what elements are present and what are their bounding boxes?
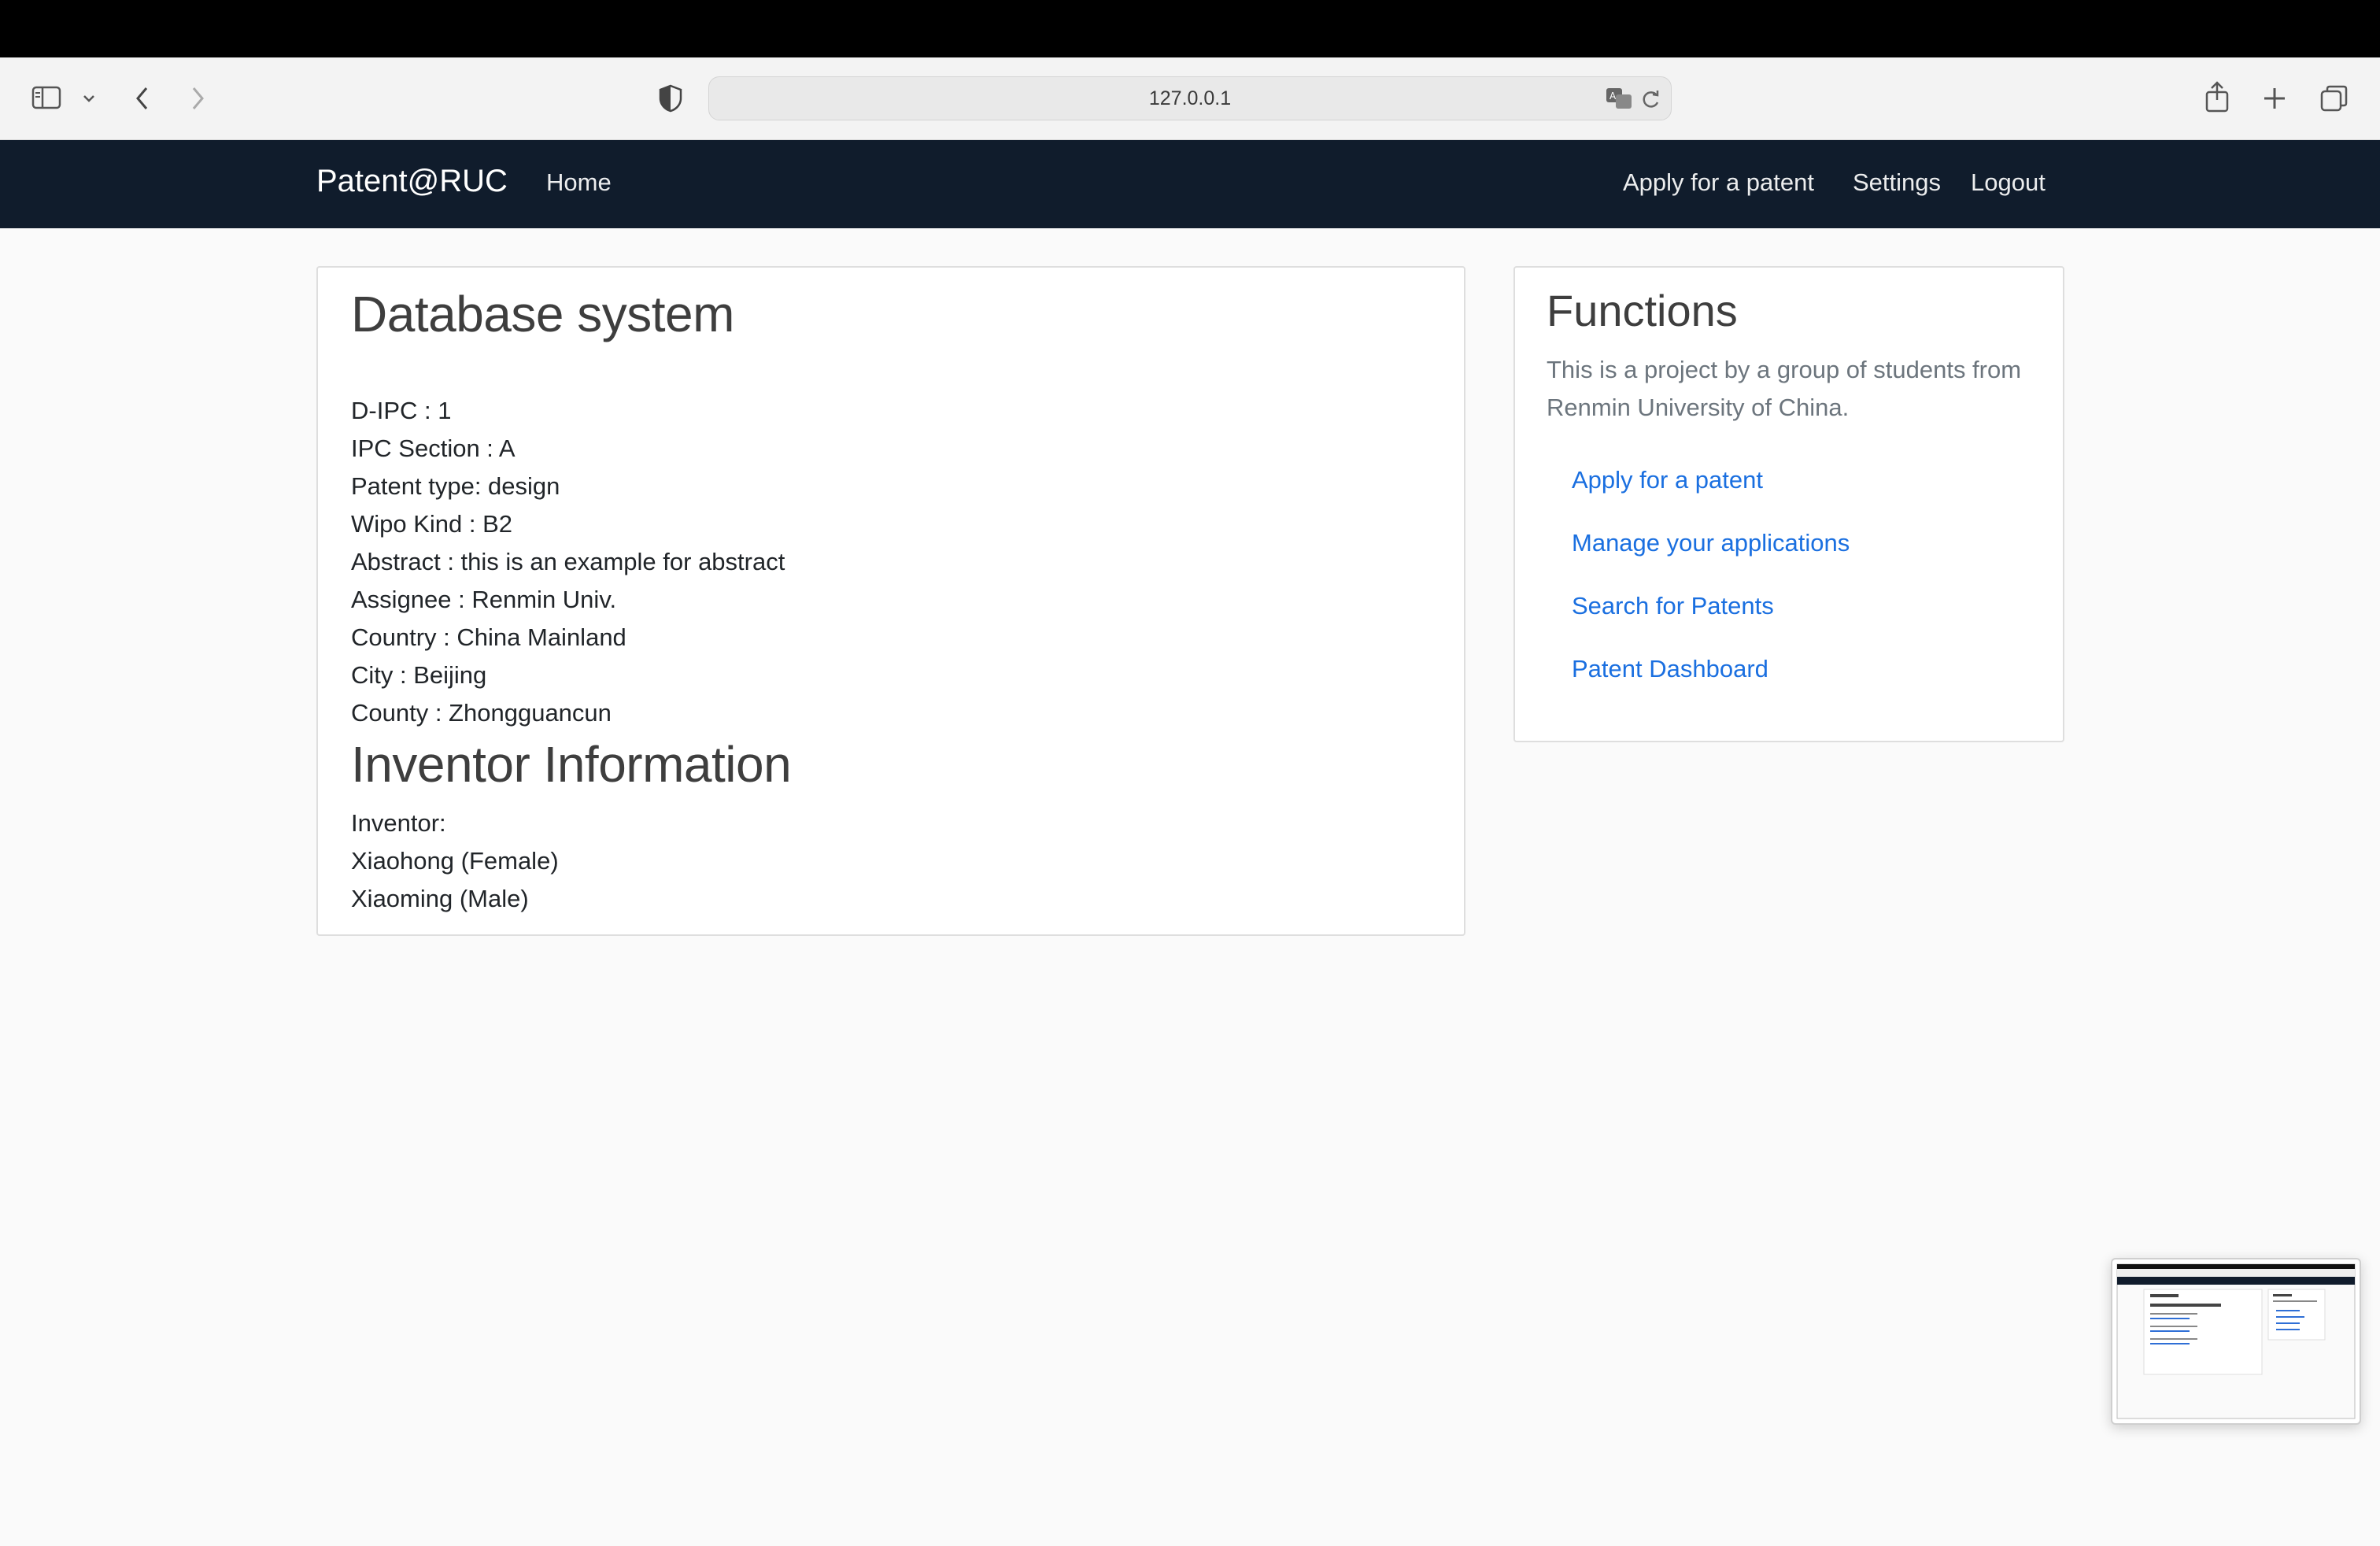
inventor-heading: Inventor Information — [351, 735, 791, 793]
share-icon[interactable] — [2204, 81, 2230, 113]
patent-field-dipc: D-IPC : 1 — [351, 397, 451, 425]
tabs-overview-icon[interactable] — [2320, 84, 2349, 113]
patent-title: Database system — [351, 285, 734, 343]
link-manage-applications[interactable]: Manage your applications — [1572, 529, 1850, 557]
navbar: Patent@RUC Home Apply for a patent Setti… — [0, 140, 2380, 228]
link-patent-dashboard[interactable]: Patent Dashboard — [1572, 655, 1768, 683]
functions-description: This is a project by a group of students… — [1547, 351, 2034, 427]
browser-toolbar: 127.0.0.1 A — [0, 57, 2380, 140]
shield-icon[interactable] — [658, 84, 683, 113]
functions-card: Functions This is a project by a group o… — [1513, 266, 2064, 742]
patent-field-abstract: Abstract : this is an example for abstra… — [351, 548, 785, 576]
link-search-patents[interactable]: Search for Patents — [1572, 592, 1774, 620]
new-tab-icon[interactable] — [2262, 86, 2287, 111]
forward-icon[interactable] — [189, 86, 206, 111]
patent-field-city: City : Beijing — [351, 661, 486, 690]
inventor-label: Inventor: — [351, 809, 446, 838]
functions-title: Functions — [1547, 285, 1738, 336]
chevron-down-icon[interactable] — [82, 94, 96, 103]
patent-field-country: Country : China Mainland — [351, 623, 626, 652]
sidebar-icon[interactable] — [31, 86, 61, 109]
patent-field-assignee: Assignee : Renmin Univ. — [351, 586, 616, 614]
url-text: 127.0.0.1 — [1149, 87, 1231, 110]
nav-settings[interactable]: Settings — [1853, 168, 1941, 197]
link-apply-patent[interactable]: Apply for a patent — [1572, 466, 1763, 494]
nav-logout[interactable]: Logout — [1971, 168, 2046, 197]
inventor-item: Xiaoming (Male) — [351, 885, 529, 913]
back-icon[interactable] — [134, 86, 151, 111]
inventor-item: Xiaohong (Female) — [351, 847, 559, 875]
patent-field-type: Patent type: design — [351, 472, 560, 501]
nav-apply-patent[interactable]: Apply for a patent — [1623, 168, 1814, 197]
patent-field-ipc-section: IPC Section : A — [351, 435, 516, 463]
patent-field-wipo-kind: Wipo Kind : B2 — [351, 510, 512, 538]
nav-home[interactable]: Home — [546, 168, 612, 197]
navbar-brand[interactable]: Patent@RUC — [316, 164, 508, 199]
patent-detail-card: Database system D-IPC : 1 IPC Section : … — [316, 266, 1465, 936]
url-bar[interactable]: 127.0.0.1 A — [708, 76, 1672, 120]
screenshot-thumbnail[interactable] — [2111, 1258, 2361, 1425]
patent-field-county: County : Zhongguancun — [351, 699, 612, 727]
system-top-bar — [0, 0, 2380, 57]
reload-icon[interactable] — [1639, 87, 1661, 117]
translate-icon[interactable]: A — [1605, 87, 1633, 116]
svg-text:A: A — [1609, 91, 1617, 102]
